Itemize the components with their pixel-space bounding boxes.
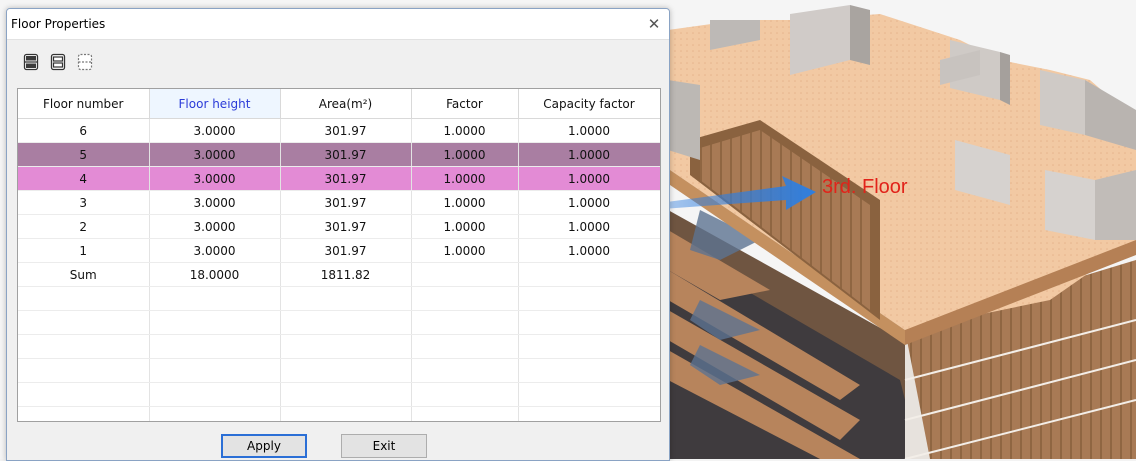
area-cell[interactable]: 301.97 [280, 190, 412, 215]
factor-cell[interactable]: 1.0000 [411, 166, 519, 191]
sum-height-cell: 18.0000 [149, 262, 281, 287]
add-floor-icon[interactable] [48, 52, 68, 72]
area-cell[interactable]: 301.97 [280, 118, 412, 143]
floor-callout-label: 3rd. Floor [822, 176, 908, 198]
sum-label: Sum [18, 262, 150, 287]
dialog-toolbar [21, 52, 95, 72]
floor-number-cell[interactable]: 5 [18, 142, 150, 167]
area-cell[interactable]: 301.97 [280, 214, 412, 239]
table-header-row: Floor number Floor height Area(m²) Facto… [18, 89, 660, 119]
floor-height-cell[interactable]: 3.0000 [149, 142, 281, 167]
area-cell[interactable]: 301.97 [280, 238, 412, 263]
table-row[interactable]: 1 3.0000 301.97 1.0000 1.0000 [18, 238, 660, 263]
floor-height-cell[interactable]: 3.0000 [149, 166, 281, 191]
column-header-area[interactable]: Area(m²) [280, 89, 412, 119]
table-row[interactable]: 6 3.0000 301.97 1.0000 1.0000 [18, 118, 660, 143]
floor-number-cell[interactable]: 3 [18, 190, 150, 215]
empty-row [18, 334, 660, 359]
capacity-factor-cell[interactable]: 1.0000 [518, 166, 660, 191]
floor-properties-dialog: Floor Properties ✕ Floor number Floor he… [6, 8, 670, 461]
column-header-floor-number[interactable]: Floor number [18, 89, 150, 119]
floor-height-cell[interactable]: 3.0000 [149, 238, 281, 263]
floor-height-cell[interactable]: 3.0000 [149, 190, 281, 215]
sum-area-cell: 1811.82 [280, 262, 412, 287]
empty-row [18, 310, 660, 335]
close-icon[interactable]: ✕ [639, 9, 669, 39]
table-row-selected[interactable]: 4 3.0000 301.97 1.0000 1.0000 [18, 166, 660, 191]
floor-number-cell[interactable]: 2 [18, 214, 150, 239]
delete-floor-icon[interactable] [75, 52, 95, 72]
dialog-title: Floor Properties [11, 17, 106, 31]
column-header-capacity-factor[interactable]: Capacity factor [518, 89, 660, 119]
table-row[interactable]: 2 3.0000 301.97 1.0000 1.0000 [18, 214, 660, 239]
empty-row [18, 406, 660, 421]
floor-number-cell[interactable]: 1 [18, 238, 150, 263]
sum-factor-cell [411, 262, 519, 287]
floor-number-cell[interactable]: 4 [18, 166, 150, 191]
table-sum-row: Sum 18.0000 1811.82 [18, 262, 660, 287]
column-header-floor-height[interactable]: Floor height [149, 89, 281, 119]
empty-row [18, 358, 660, 383]
floor-number-cell[interactable]: 6 [18, 118, 150, 143]
floor-height-cell[interactable]: 3.0000 [149, 214, 281, 239]
floor-table[interactable]: Floor number Floor height Area(m²) Facto… [17, 88, 661, 422]
factor-cell[interactable]: 1.0000 [411, 190, 519, 215]
column-header-factor[interactable]: Factor [411, 89, 519, 119]
empty-row [18, 286, 660, 311]
factor-cell[interactable]: 1.0000 [411, 238, 519, 263]
area-cell[interactable]: 301.97 [280, 142, 412, 167]
factor-cell[interactable]: 1.0000 [411, 118, 519, 143]
area-cell[interactable]: 301.97 [280, 166, 412, 191]
apply-button[interactable]: Apply [221, 434, 307, 458]
dialog-titlebar[interactable]: Floor Properties ✕ [7, 9, 669, 40]
exit-button[interactable]: Exit [341, 434, 427, 458]
factor-cell[interactable]: 1.0000 [411, 142, 519, 167]
capacity-factor-cell[interactable]: 1.0000 [518, 214, 660, 239]
capacity-factor-cell[interactable]: 1.0000 [518, 118, 660, 143]
table-row[interactable]: 3 3.0000 301.97 1.0000 1.0000 [18, 190, 660, 215]
capacity-factor-cell[interactable]: 1.0000 [518, 190, 660, 215]
empty-row [18, 382, 660, 407]
insert-floor-icon[interactable] [21, 52, 41, 72]
factor-cell[interactable]: 1.0000 [411, 214, 519, 239]
table-row-selected[interactable]: 5 3.0000 301.97 1.0000 1.0000 [18, 142, 660, 167]
sum-capacity-factor-cell [518, 262, 660, 287]
capacity-factor-cell[interactable]: 1.0000 [518, 142, 660, 167]
capacity-factor-cell[interactable]: 1.0000 [518, 238, 660, 263]
floor-height-cell[interactable]: 3.0000 [149, 118, 281, 143]
